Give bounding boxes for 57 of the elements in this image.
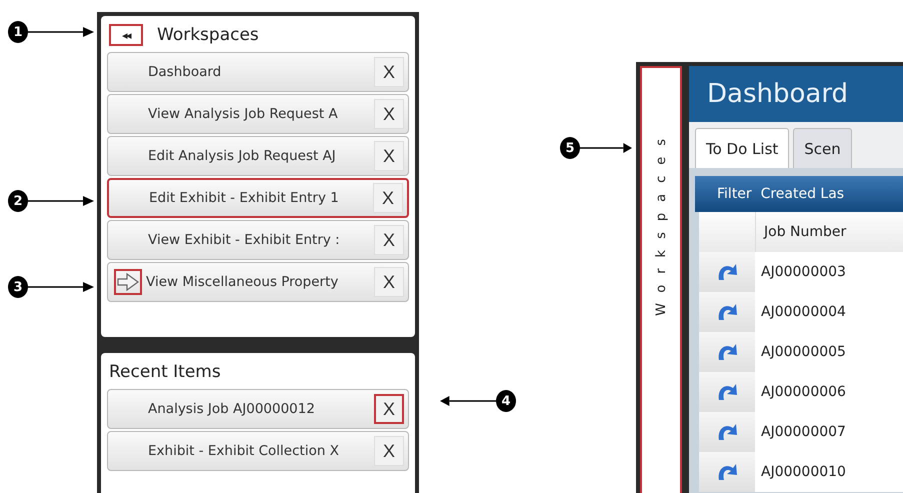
close-button[interactable]: X: [374, 267, 404, 297]
open-row-button[interactable]: [699, 292, 755, 332]
filter-bar: Filter Created Las: [695, 176, 903, 212]
callout-arrow: [28, 282, 94, 292]
callout-arrow: [440, 396, 496, 406]
workspace-label: Edit Exhibit - Exhibit Entry 1: [148, 190, 340, 206]
section-title: Workspaces: [157, 25, 259, 45]
callout-number: 3: [8, 276, 28, 298]
workspace-label: View Analysis Job Request A: [147, 106, 339, 122]
open-row-button[interactable]: [699, 452, 755, 492]
tab[interactable]: To Do List: [695, 128, 790, 168]
callout-arrow: [28, 196, 94, 206]
close-button[interactable]: X: [374, 99, 404, 129]
workspace-item[interactable]: View Analysis Job Request A X: [107, 94, 409, 134]
table-cell-text: AJ00000010: [760, 463, 847, 482]
table-cell-text: AJ00000007: [760, 423, 847, 442]
callout-number: 1: [8, 21, 28, 43]
recent-item[interactable]: Analysis Job AJ00000012 X: [107, 389, 409, 429]
callout-arrow: [28, 27, 94, 37]
workspaces-strip[interactable]: Workspaces: [640, 66, 682, 493]
close-button[interactable]: X: [373, 183, 403, 213]
collapse-button[interactable]: ◂◂: [109, 24, 143, 46]
close-button[interactable]: X: [374, 225, 404, 255]
callout-number: 4: [496, 390, 516, 412]
callout-number: 2: [8, 190, 28, 212]
header-cell: [699, 212, 755, 252]
workspace-item[interactable]: View Miscellaneous Property X: [107, 262, 409, 302]
workspace-label: Dashboard: [147, 64, 222, 80]
workspace-item[interactable]: Edit Exhibit - Exhibit Entry 1 X: [107, 178, 409, 218]
table-cell-text: AJ00000005: [760, 343, 847, 362]
column-header: Job Number: [755, 212, 903, 252]
workspace-item[interactable]: Dashboard X: [107, 52, 409, 92]
callout-number: 5: [560, 137, 580, 159]
open-row-button[interactable]: [699, 372, 755, 412]
open-row-button[interactable]: [699, 412, 755, 452]
recent-item[interactable]: Exhibit - Exhibit Collection X X: [107, 431, 409, 471]
open-row-button[interactable]: [699, 252, 755, 292]
page-title: Dashboard: [706, 78, 850, 111]
table-cell-text: AJ00000006: [760, 383, 847, 402]
recent-label: Exhibit - Exhibit Collection X: [147, 443, 340, 459]
workspace-label: View Miscellaneous Property: [145, 274, 340, 290]
section-title: Recent Items: [109, 362, 221, 382]
table-cell-text: AJ00000004: [760, 303, 847, 322]
table-cell-text: AJ00000003: [760, 263, 847, 282]
workspace-item[interactable]: Edit Analysis Job Request AJ X: [107, 136, 409, 176]
tab[interactable]: Scen: [793, 128, 852, 168]
callout-arrow: [580, 143, 632, 153]
close-button[interactable]: X: [374, 57, 404, 87]
close-button[interactable]: X: [374, 436, 404, 466]
recent-label: Analysis Job AJ00000012: [147, 401, 316, 417]
workspace-item[interactable]: View Exhibit - Exhibit Entry : X: [107, 220, 409, 260]
strip-label: Workspaces: [654, 128, 668, 316]
workspace-label: Edit Analysis Job Request AJ: [147, 148, 337, 164]
open-row-button[interactable]: [699, 332, 755, 372]
close-button[interactable]: X: [374, 394, 404, 424]
close-button[interactable]: X: [374, 141, 404, 171]
workspace-label: View Exhibit - Exhibit Entry :: [147, 232, 341, 248]
